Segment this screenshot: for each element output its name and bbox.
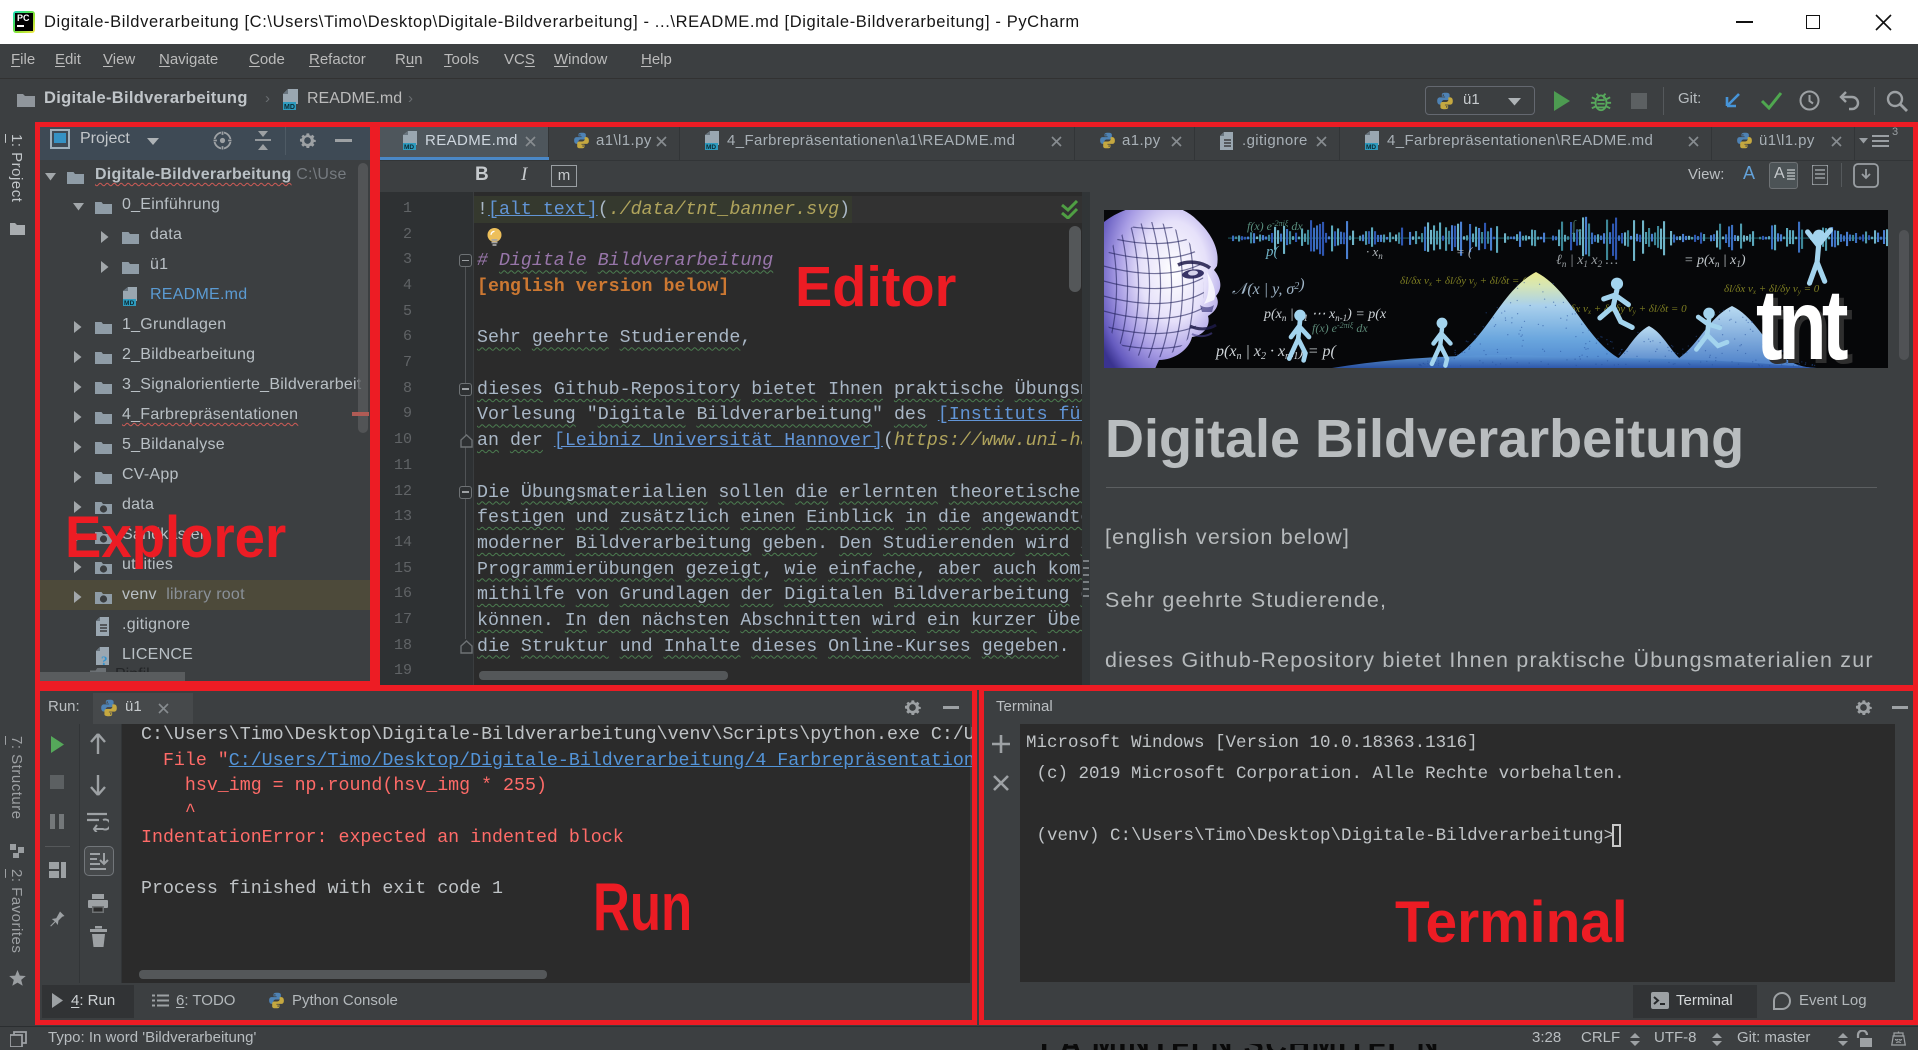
svg-text:MD: MD [284, 104, 295, 110]
